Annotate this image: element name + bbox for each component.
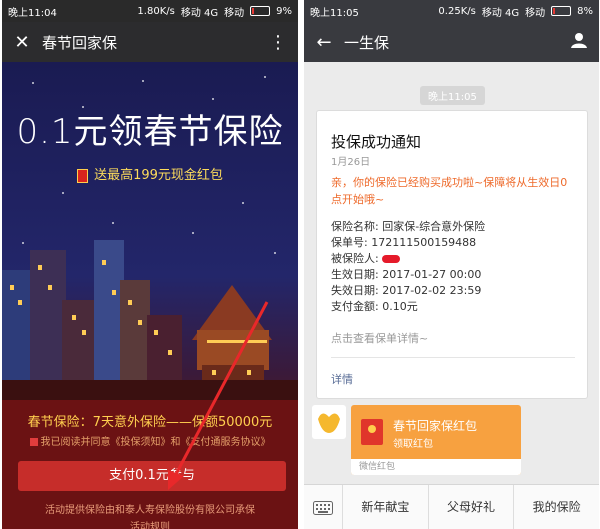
network-speed: 0.25K/s — [438, 5, 476, 17]
menu-new-year[interactable]: 新年献宝 — [343, 485, 429, 529]
avatar[interactable] — [312, 405, 346, 439]
battery-icon — [551, 6, 572, 16]
policy-name: 保险名称: 回家保-综合意外保险 — [331, 220, 486, 233]
nav-bar: ← 一生保 — [304, 22, 599, 62]
card-title: 投保成功通知 — [331, 133, 422, 151]
chat-timestamp: 晚上11:05 — [420, 86, 485, 105]
payment-amount: 支付金额: 0.10元 — [331, 300, 418, 313]
red-packet-footer: 微信红包 — [351, 459, 521, 475]
red-packet-title: 春节回家保红包 — [393, 419, 478, 433]
menu-my-insurance[interactable]: 我的保险 — [514, 485, 599, 529]
start-date: 生效日期: 2017-01-27 00:00 — [331, 268, 482, 281]
status-bar: 晚上11:05 0.25K/s 移动 4G 移动 8% — [304, 0, 599, 22]
bottom-menu: 新年献宝 父母好礼 我的保险 — [304, 484, 599, 529]
carrier: 移动 4G — [481, 7, 520, 19]
right-screen: 晚上11:05 0.25K/s 移动 4G 移动 8% ← 一生保 晚上11:0… — [304, 0, 599, 529]
end-date: 失效日期: 2017-02-02 23:59 — [331, 284, 482, 297]
person-icon[interactable] — [559, 31, 599, 54]
red-envelope-icon — [361, 419, 383, 445]
red-packet-subtitle: 领取红包 — [393, 439, 433, 450]
annotation-arrow-icon — [168, 301, 269, 490]
redaction-mark — [382, 255, 401, 263]
card-date: 1月26日 — [331, 157, 371, 168]
red-packet-message[interactable]: 春节回家保红包 领取红包 微信红包 — [351, 405, 521, 475]
chat-title: 一生保 — [344, 33, 390, 52]
status-time: 晚上11:05 — [310, 7, 359, 19]
back-arrow-icon[interactable]: ← — [304, 32, 344, 53]
card-divider — [331, 357, 575, 358]
policy-info: 保险名称: 回家保-综合意外保险 保单号: 172111500159488 被保… — [331, 219, 485, 315]
details-link[interactable]: 详情 — [331, 371, 353, 387]
battery-level: 8% — [577, 5, 593, 17]
view-policy-text: 点击查看保单详情~ — [331, 332, 429, 345]
keyboard-icon[interactable] — [304, 485, 343, 529]
policy-number: 保单号: 172111500159488 — [331, 236, 477, 249]
carrier-2: 移动 — [525, 7, 546, 19]
left-screen: 晚上11:04 1.80K/s 移动 4G 移动 9% ✕ 春节回家保 ⋮ 0.… — [2, 0, 298, 529]
insured-label: 被保险人: — [331, 252, 383, 265]
menu-parents-gift[interactable]: 父母好礼 — [429, 485, 515, 529]
card-notice: 亲，你的保险已经购买成功啦~保障将从生效日0点开始哦~ — [331, 176, 568, 206]
insured-row: 被保险人: — [331, 251, 485, 267]
notification-card[interactable]: 投保成功通知 1月26日 亲，你的保险已经购买成功啦~保障将从生效日0点开始哦~… — [316, 110, 588, 399]
